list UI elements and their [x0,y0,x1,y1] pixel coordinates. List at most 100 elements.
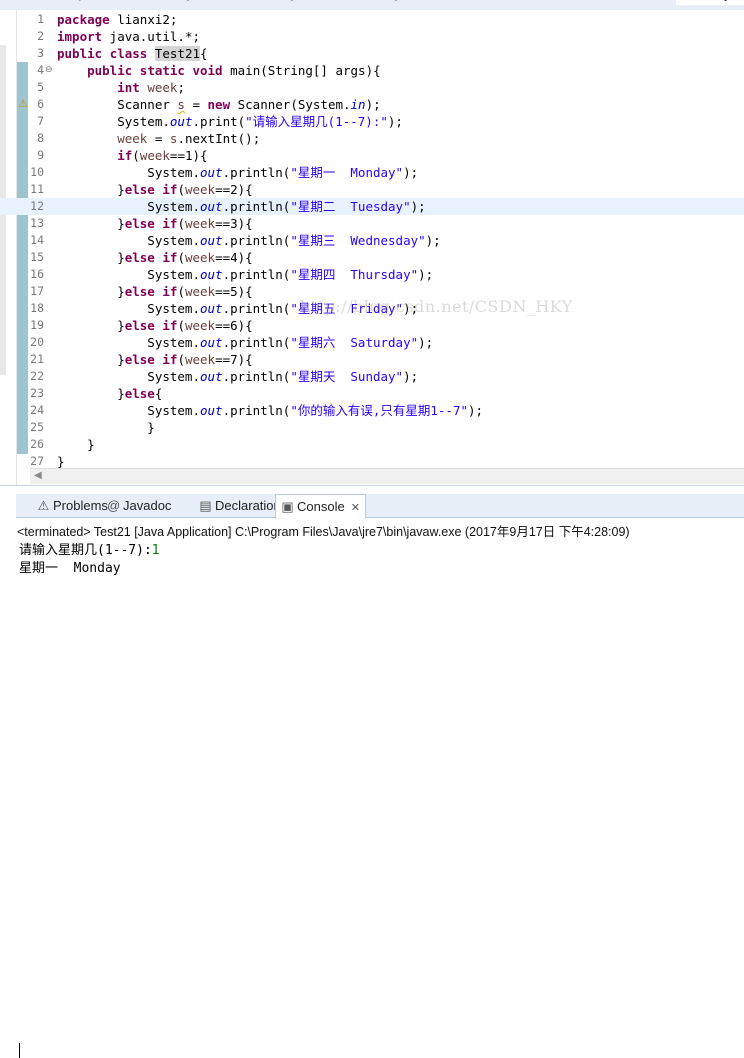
code-line[interactable]: 9 if(week==1){ [0,147,744,164]
line-number: 14 [28,232,44,249]
code-token: System. [57,114,170,129]
console-line: 请输入星期几(1--7):1 [19,539,160,558]
editor-tab[interactable]: Test21.java [676,0,744,5]
line-number: 3 [28,45,44,62]
code-token: ( [177,216,185,231]
panel-tab-problems[interactable]: ⚠Problems [32,494,113,517]
line-number: 18 [28,300,44,317]
code-token: out [200,301,223,316]
code-line[interactable]: 4⊖ public static void main(String[] args… [0,62,744,79]
code-token: week [185,318,215,333]
code-token [147,46,155,61]
code-token: else [125,250,155,265]
code-token: out [200,267,223,282]
code-line[interactable]: 6 Scanner s = new Scanner(System.in); [0,96,744,113]
code-line[interactable]: 20 System.out.println("星期六 Saturday"); [0,334,744,351]
code-text: System.out.println("星期六 Saturday"); [57,334,433,351]
code-token: .println( [223,403,291,418]
code-token: week [185,250,215,265]
code-line[interactable]: 8 week = s.nextInt(); [0,130,744,147]
code-line[interactable]: 5 int week; [0,79,744,96]
line-number: 25 [28,419,44,436]
code-line[interactable]: 25 } [0,419,744,436]
code-token: in [351,97,366,112]
panel-tab-declaration[interactable]: ▤Declaration [194,494,286,517]
code-token: out [200,369,223,384]
code-text: if(week==1){ [57,147,208,164]
code-line[interactable]: 3 public class Test21{ [0,45,744,62]
code-line[interactable]: 7 System.out.print("请输入星期几(1--7):"); [0,113,744,130]
code-token: if [162,352,177,367]
editor-tab[interactable]: Test17.java [36,0,98,5]
code-text: System.out.println("星期天 Sunday"); [57,368,418,385]
declaration-icon: ▤ [199,494,212,517]
code-line[interactable]: 19 }else if(week==6){ [0,317,744,334]
code-token: .println( [223,369,291,384]
code-token: = [147,131,170,146]
code-token: ); [468,403,483,418]
line-number: 15 [28,249,44,266]
code-token: if [162,216,177,231]
code-line[interactable]: 23 }else{ [0,385,744,402]
line-number: 23 [28,385,44,402]
code-token: out [170,114,193,129]
editor-tab[interactable]: Test20.java [352,0,414,5]
watermark: http://blog.csdn.net/CSDN_HKY [300,297,573,316]
code-token: } [57,386,125,401]
code-text: }else if(week==7){ [57,351,253,368]
horizontal-scrollbar[interactable]: ◀ [30,468,744,484]
code-line[interactable]: 13 }else if(week==3){ [0,215,744,232]
editor-tab[interactable]: Test19.java [248,0,310,5]
problems-icon: ⚠ [37,494,50,517]
code-line[interactable]: 22 System.out.println("星期天 Sunday"); [0,368,744,385]
code-token: ); [403,369,418,384]
code-token: "星期天 Sunday" [290,369,403,384]
code-token: ==4){ [215,250,253,265]
code-text: Scanner s = new Scanner(System.in); [57,96,381,113]
code-token: } [57,284,125,299]
code-line[interactable]: 21 }else if(week==7){ [0,351,744,368]
code-token: { [155,386,163,401]
editor-tab[interactable]: Test18.java [144,0,206,5]
code-token: System. [57,199,200,214]
code-line[interactable]: 26 } [0,436,744,453]
code-token: s [177,97,185,112]
close-icon[interactable]: ✕ [351,502,360,514]
code-line[interactable]: 11 }else if(week==2){ [0,181,744,198]
code-token: Scanner(System. [230,97,350,112]
line-number: 8 [28,130,44,147]
code-line[interactable]: 12 System.out.println("星期二 Tuesday"); [0,198,744,215]
panel-tab-console[interactable]: ▣Console✕ [275,494,366,519]
code-line[interactable]: 2import java.util.*; [0,28,744,45]
code-line[interactable]: 24 System.out.println("你的输入有误,只有星期1--7")… [0,402,744,419]
code-token: "星期二 Tuesday" [290,199,410,214]
code-editor[interactable]: 1package lianxi2;2import java.util.*;3 pu… [0,10,744,485]
console-icon: ▣ [281,495,294,518]
code-line[interactable]: 10 System.out.println("星期一 Monday"); [0,164,744,181]
code-line[interactable]: 1package lianxi2; [0,11,744,28]
console-text: 请输入星期几(1--7): [19,543,152,558]
code-text: public class Test21{ [57,45,208,62]
line-number: 12 [28,198,44,215]
warning-icon[interactable]: ⚠ [16,97,30,111]
console-line: 星期一 Monday [19,557,121,576]
code-token: out [200,233,223,248]
code-line[interactable]: 16 System.out.println("星期四 Thursday"); [0,266,744,283]
panel-tab-javadoc[interactable]: @Javadoc [102,494,176,517]
code-token: out [200,165,223,180]
code-token: week [140,148,170,163]
code-text: }else if(week==4){ [57,249,253,266]
code-token: ); [411,199,426,214]
code-token: ==2){ [215,182,253,197]
code-line[interactable]: 14 System.out.println("星期三 Wednesday"); [0,232,744,249]
fold-toggle-icon[interactable]: ⊖ [45,65,53,76]
code-token: "你的输入有误,只有星期1--7" [290,403,468,418]
line-number: 9 [28,147,44,164]
code-token: import [57,29,102,44]
scroll-left-icon[interactable]: ◀ [34,470,42,481]
code-line[interactable]: 15 }else if(week==4){ [0,249,744,266]
code-token: static [140,63,185,78]
code-token: ); [418,335,433,350]
code-token [57,63,87,78]
code-token: out [200,403,223,418]
